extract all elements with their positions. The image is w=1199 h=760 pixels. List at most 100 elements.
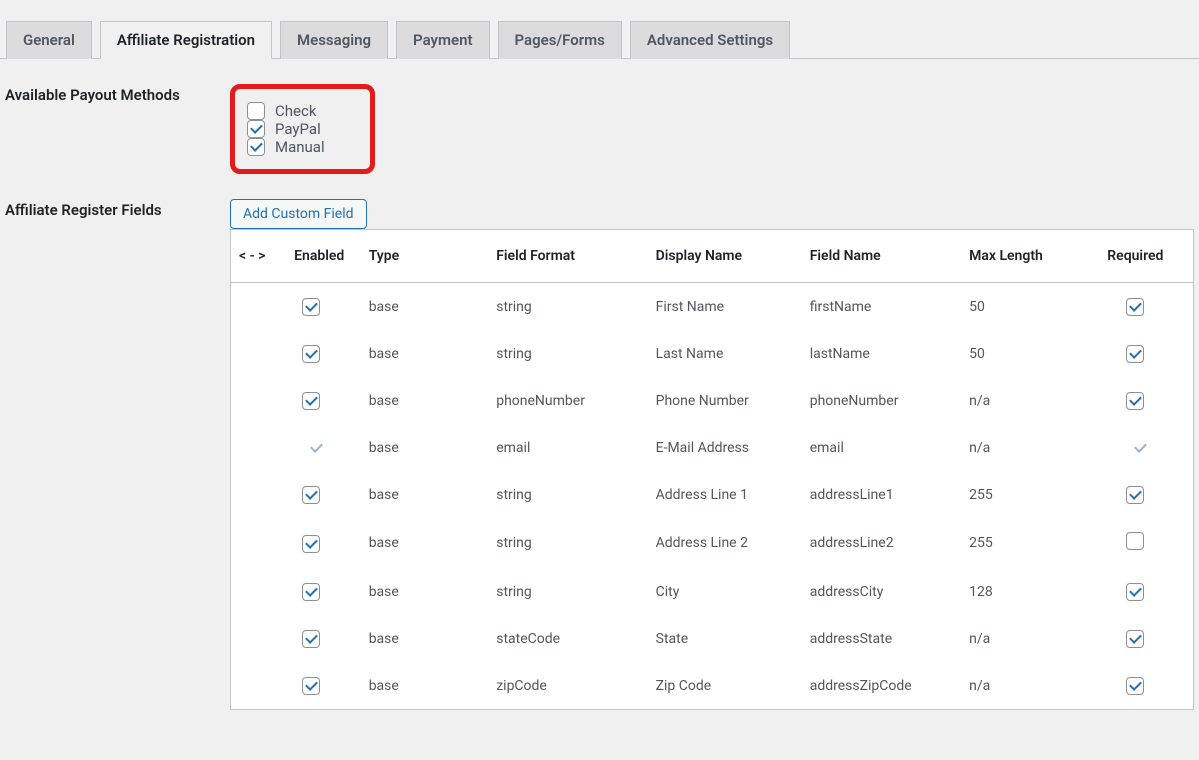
enabled-checkbox[interactable] [302,677,320,695]
required-cell [1097,283,1193,331]
table-row: basestringAddress Line 2addressLine2255 [231,518,1193,568]
register-fields-label: Affiliate Register Fields [5,199,230,219]
required-checkbox[interactable] [1126,345,1144,363]
sort-handle[interactable] [231,330,284,377]
sort-handle[interactable] [231,283,284,331]
sort-handle[interactable] [231,615,284,662]
sort-handle[interactable] [231,568,284,615]
enabled-cell [284,662,359,709]
payout-methods-row: Available Payout Methods CheckPayPalManu… [5,84,1194,174]
fieldname-cell: addressState [800,615,959,662]
enabled-checkbox[interactable] [302,298,320,316]
required-checkbox[interactable] [1126,677,1144,695]
required-cell [1097,330,1193,377]
fieldname-cell: phoneNumber [800,377,959,424]
enabled-checkbox[interactable] [302,535,320,553]
fieldname-cell: addressLine2 [800,518,959,568]
register-fields-table: < - > Enabled Type Field Format Display … [231,230,1193,709]
required-checkbox[interactable] [1126,392,1144,410]
format-cell: email [486,424,645,471]
required-cell [1097,615,1193,662]
table-row: basestringLast NamelastName50 [231,330,1193,377]
required-checkbox[interactable] [1126,532,1144,550]
table-row: basestateCodeStateaddressStaten/a [231,615,1193,662]
display-cell: State [646,615,800,662]
fieldname-cell: email [800,424,959,471]
required-cell [1097,518,1193,568]
type-cell: base [359,283,487,331]
fieldname-cell: firstName [800,283,959,331]
type-cell: base [359,471,487,518]
max-cell: 50 [959,330,1097,377]
col-enabled: Enabled [284,230,359,283]
type-cell: base [359,662,487,709]
tab-payment[interactable]: Payment [396,21,489,59]
sort-handle[interactable] [231,377,284,424]
enabled-checkbox[interactable] [302,345,320,363]
max-cell: 255 [959,518,1097,568]
display-cell: City [646,568,800,615]
payout-option-label: Manual [275,138,325,156]
format-cell: string [486,471,645,518]
add-custom-field-button[interactable]: Add Custom Field [230,199,367,229]
max-cell: n/a [959,377,1097,424]
col-sort: < - > [231,230,284,283]
tab-bar: GeneralAffiliate RegistrationMessagingPa… [0,0,1199,59]
enabled-cell [284,518,359,568]
format-cell: string [486,283,645,331]
required-cell [1097,377,1193,424]
required-checkbox[interactable] [1126,583,1144,601]
max-cell: 128 [959,568,1097,615]
col-field: Field Name [800,230,959,283]
display-cell: Address Line 2 [646,518,800,568]
enabled-cell [284,377,359,424]
display-cell: Address Line 1 [646,471,800,518]
enabled-checkbox[interactable] [302,392,320,410]
format-cell: string [486,330,645,377]
sort-handle[interactable] [231,471,284,518]
payout-methods-label: Available Payout Methods [5,84,230,104]
tab-messaging[interactable]: Messaging [280,21,388,59]
col-required: Required [1097,230,1193,283]
tab-advanced-settings[interactable]: Advanced Settings [630,21,790,59]
tab-pages-forms[interactable]: Pages/Forms [498,21,622,59]
enabled-checkbox[interactable] [302,486,320,504]
required-cell [1097,568,1193,615]
sort-handle[interactable] [231,518,284,568]
sort-handle[interactable] [231,662,284,709]
type-cell: base [359,615,487,662]
type-cell: base [359,568,487,615]
max-cell: n/a [959,424,1097,471]
payout-option: PayPal [247,120,325,138]
payout-checkbox[interactable] [247,120,265,138]
required-cell [1097,424,1193,471]
enabled-checkbox[interactable] [302,630,320,648]
required-checkbox[interactable] [1126,486,1144,504]
payout-option: Manual [247,138,325,156]
tab-affiliate-registration[interactable]: Affiliate Registration [100,21,272,59]
fieldname-cell: lastName [800,330,959,377]
required-checkbox[interactable] [1126,298,1144,316]
payout-option-label: PayPal [275,120,321,138]
required-checkbox [1131,439,1149,457]
tab-general[interactable]: General [6,21,92,59]
payout-highlight-box: CheckPayPalManual [230,84,375,174]
type-cell: base [359,377,487,424]
required-checkbox[interactable] [1126,630,1144,648]
max-cell: 255 [959,471,1097,518]
col-max: Max Length [959,230,1097,283]
display-cell: Last Name [646,330,800,377]
enabled-cell [284,471,359,518]
format-cell: stateCode [486,615,645,662]
register-fields-row: Affiliate Register Fields Add Custom Fie… [5,199,1194,710]
enabled-checkbox[interactable] [302,583,320,601]
payout-checkbox[interactable] [247,138,265,156]
payout-checkbox[interactable] [247,102,265,120]
display-cell: Zip Code [646,662,800,709]
max-cell: n/a [959,615,1097,662]
max-cell: n/a [959,662,1097,709]
table-row: basezipCodeZip CodeaddressZipCoden/a [231,662,1193,709]
sort-handle[interactable] [231,424,284,471]
display-cell: Phone Number [646,377,800,424]
display-cell: First Name [646,283,800,331]
